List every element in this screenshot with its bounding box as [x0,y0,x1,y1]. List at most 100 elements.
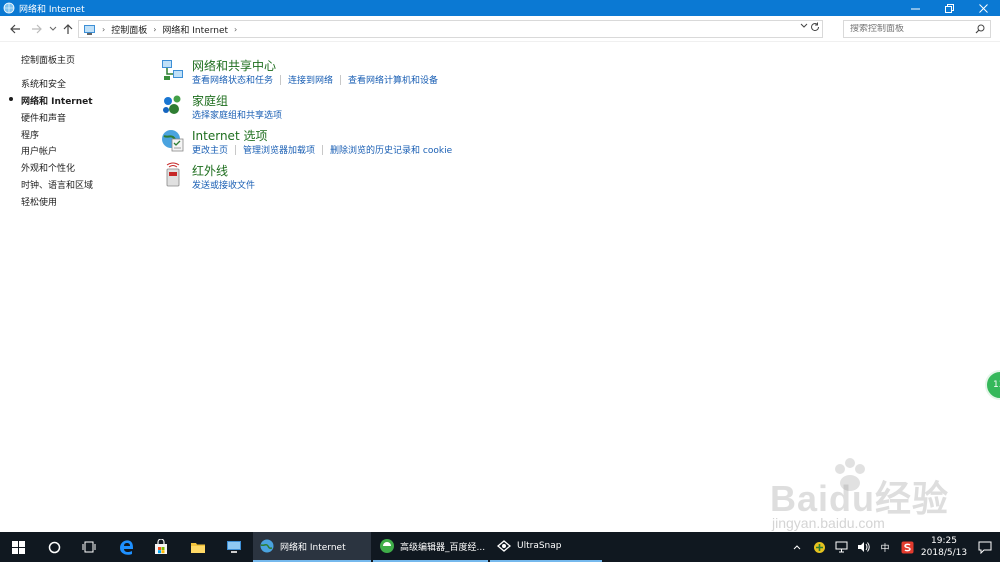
sidebar-item-appearance[interactable]: 外观和个性化 [21,161,75,174]
forward-arrow-icon [31,24,42,34]
homegroup-sharing-options-link[interactable]: 选择家庭组和共享选项 [192,108,282,121]
up-button[interactable] [61,22,75,36]
floating-badge[interactable]: 13 [985,370,1000,400]
manage-browser-addons-link[interactable]: 管理浏览器加载项 [243,143,315,156]
action-center-button[interactable] [970,532,1000,562]
start-button[interactable] [0,532,36,562]
show-hidden-icons-icon[interactable] [789,539,805,555]
taskbar-clock[interactable]: 19:25 2018/5/13 [918,535,970,559]
back-button[interactable] [8,22,22,36]
restore-button[interactable] [932,0,966,16]
restore-icon [944,3,954,13]
ultrasnap-icon [496,538,512,554]
volume-icon[interactable] [855,539,871,555]
taskbar: 网络和 Internet 高级编辑器_百度经... UltraSnap 中 19… [0,532,1000,562]
forward-button[interactable] [29,22,43,36]
control-panel-icon [82,22,96,36]
task-view-button[interactable] [71,532,107,562]
browser-app-icon [379,538,395,554]
category-title[interactable]: Internet 选项 [192,127,267,144]
cortana-button[interactable] [36,532,72,562]
recent-locations-button[interactable] [46,22,60,36]
navigation-bar: › 控制面板 › 网络和 Internet › [0,16,1000,42]
baidu-watermark: Baidu经验 jingyan.baidu.com [760,455,990,535]
tray-app-icon[interactable] [811,539,827,555]
notification-icon [978,541,992,554]
connect-to-network-link[interactable]: 连接到网络 [288,73,333,86]
network-tray-icon[interactable] [833,539,849,555]
sidebar-item-system-security[interactable]: 系统和安全 [21,77,66,90]
homegroup-icon [160,92,186,118]
breadcrumb-separator: › [102,24,106,34]
address-bar[interactable]: › 控制面板 › 网络和 Internet › [78,20,823,38]
folder-icon [191,543,205,553]
sogou-ime-icon[interactable] [899,539,915,555]
sidebar-item-user-accounts[interactable]: 用户帐户 [21,144,57,157]
input-method-indicator[interactable]: 中 [877,539,893,555]
sidebar-item-programs[interactable]: 程序 [21,128,39,141]
task-view-icon [82,541,96,553]
minimize-icon [910,8,920,9]
watermark-url: jingyan.baidu.com [772,515,885,531]
edge-taskbar-button[interactable] [109,532,145,562]
infrared-icon [160,162,186,188]
chevron-down-icon [49,26,57,31]
taskbar-task-label: 高级编辑器_百度经... [400,542,486,553]
cortana-circle-icon [48,541,60,553]
link-divider [340,74,342,85]
taskbar-task-label: UltraSnap [517,541,562,551]
search-box[interactable] [843,20,991,38]
change-home-page-link[interactable]: 更改主页 [192,143,228,156]
active-bullet-icon [9,97,13,101]
network-internet-icon [259,538,275,554]
breadcrumb-separator[interactable]: › [234,25,237,34]
search-input[interactable] [850,24,970,34]
link-divider [280,74,282,85]
search-icon[interactable] [975,24,985,37]
badge-count: 13 [993,380,1000,390]
window-title: 网络和 Internet [19,4,85,15]
sidebar-item-network-internet[interactable]: 网络和 Internet [21,94,93,107]
sidebar-item-ease-of-access[interactable]: 轻松使用 [21,195,57,208]
taskbar-task-label: 网络和 Internet [280,542,346,553]
category-title[interactable]: 红外线 [192,162,228,179]
breadcrumb-separator: › [153,24,157,34]
system-tray: 中 19:25 2018/5/13 [786,532,1000,562]
taskbar-task-ultrasnap[interactable]: UltraSnap [490,532,602,562]
file-explorer-taskbar-button[interactable] [180,532,216,562]
up-arrow-icon [63,23,73,34]
breadcrumb-control-panel[interactable]: 控制面板 [111,23,147,36]
taskbar-task-advanced-editor[interactable]: 高级编辑器_百度经... [373,532,488,562]
taskbar-task-network-internet[interactable]: 网络和 Internet [253,532,371,562]
category-title[interactable]: 家庭组 [192,92,228,109]
sidebar-item-control-panel-home[interactable]: 控制面板主页 [21,53,75,66]
monitor-app-icon [227,541,241,553]
sidebar-item-clock-language-region[interactable]: 时钟、语言和区域 [21,178,93,191]
internet-options-icon [160,127,186,153]
store-taskbar-button[interactable] [143,532,179,562]
category-title[interactable]: 网络和共享中心 [192,57,276,74]
network-sharing-icon [160,57,186,83]
sidebar-item-hardware-sound[interactable]: 硬件和声音 [21,111,66,124]
link-divider [235,144,237,155]
edge-icon [120,540,133,555]
address-dropdown-icon[interactable] [800,22,808,32]
title-bar: 网络和 Internet [0,0,1000,16]
view-network-status-link[interactable]: 查看网络状态和任务 [192,73,273,86]
view-network-computers-link[interactable]: 查看网络计算机和设备 [348,73,438,86]
back-arrow-icon [9,24,20,34]
windows-logo-icon [11,540,25,554]
refresh-icon[interactable] [810,22,820,35]
network-internet-icon [3,2,15,14]
link-divider [322,144,324,155]
pinned-app-taskbar-button[interactable] [216,532,252,562]
close-icon [978,3,988,13]
send-receive-files-link[interactable]: 发送或接收文件 [192,178,255,191]
clock-time: 19:25 [931,536,957,546]
close-button[interactable] [966,0,1000,16]
minimize-button[interactable] [898,0,932,16]
clock-date: 2018/5/13 [920,548,968,558]
breadcrumb-network-internet[interactable]: 网络和 Internet [162,23,228,36]
delete-browsing-history-link[interactable]: 删除浏览的历史记录和 cookie [330,143,452,156]
store-icon [155,539,167,554]
